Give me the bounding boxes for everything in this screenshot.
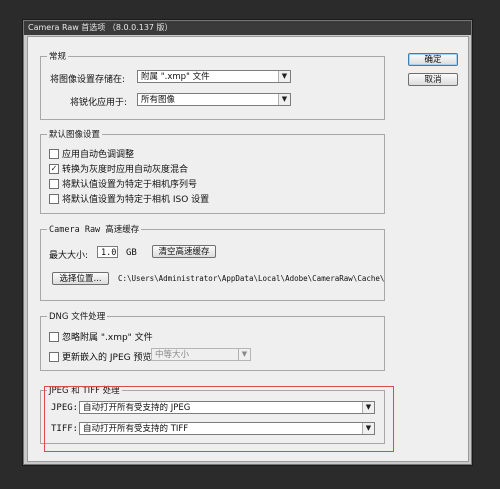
ignore-xmp-checkbox[interactable] — [49, 331, 59, 342]
save-settings-label: 将图像设置存储在: — [50, 75, 126, 85]
save-settings-value: 附属 ".xmp" 文件 — [141, 72, 210, 82]
default-image-group: 默认图像设置 应用自动色调调整 ✓ 转换为灰度时应用自动灰度混合 将默认值设置为特… — [40, 128, 385, 214]
cache-title: Camera Raw 高速缓存 — [47, 223, 142, 235]
dng-title: DNG 文件处理 — [47, 310, 108, 322]
chevron-down-icon: ▼ — [278, 94, 290, 105]
sharpen-select[interactable]: 所有图像 ▼ — [137, 93, 291, 106]
dialog-content: 常规 将图像设置存储在: 附属 ".xmp" 文件 ▼ 将锐化应用于: 所有图像… — [27, 36, 469, 462]
cache-path: C:\Users\Administrator\AppData\Local\Ado… — [118, 274, 385, 283]
preview-size-select[interactable]: 中等大小 ▼ — [151, 348, 251, 361]
update-preview-checkbox-row[interactable]: 更新嵌入的 JPEG 预览: — [49, 350, 155, 363]
ok-button[interactable]: 确定 — [408, 53, 458, 66]
auto-tone-checkbox-row[interactable]: 应用自动色调调整 — [49, 147, 134, 160]
grayscale-mix-label: 转换为灰度时应用自动灰度混合 — [62, 165, 189, 175]
select-location-button[interactable]: 选择位置... — [52, 272, 109, 285]
general-title: 常规 — [47, 50, 69, 62]
iso-default-label: 将默认值设置为特定于相机 ISO 设置 — [62, 195, 210, 205]
sharpen-value: 所有图像 — [141, 95, 176, 105]
grayscale-mix-checkbox-row[interactable]: ✓ 转换为灰度时应用自动灰度混合 — [49, 162, 188, 175]
dialog-title: Camera Raw 首选项 （8.0.0.137 版） — [24, 21, 471, 35]
default-image-title: 默认图像设置 — [47, 128, 103, 140]
max-size-input[interactable]: 1.0 — [97, 246, 118, 258]
auto-tone-checkbox[interactable] — [49, 148, 59, 159]
auto-tone-label: 应用自动色调调整 — [62, 150, 135, 160]
purge-cache-button[interactable]: 清空高速缓存 — [152, 245, 216, 258]
chevron-down-icon: ▼ — [278, 71, 290, 82]
serial-default-checkbox[interactable] — [49, 178, 59, 189]
cancel-button[interactable]: 取消 — [408, 73, 458, 86]
chevron-down-icon: ▼ — [238, 349, 250, 360]
ignore-xmp-label: 忽略附属 ".xmp" 文件 — [62, 333, 153, 343]
update-preview-label: 更新嵌入的 JPEG 预览: — [62, 353, 155, 363]
serial-default-checkbox-row[interactable]: 将默认值设置为特定于相机序列号 — [49, 177, 197, 190]
serial-default-label: 将默认值设置为特定于相机序列号 — [62, 180, 198, 190]
save-settings-select[interactable]: 附属 ".xmp" 文件 ▼ — [137, 70, 291, 83]
size-unit: GB — [126, 248, 137, 258]
update-preview-checkbox[interactable] — [49, 351, 59, 362]
sharpen-label: 将锐化应用于: — [70, 98, 128, 108]
dng-group: DNG 文件处理 忽略附属 ".xmp" 文件 更新嵌入的 JPEG 预览: 中… — [40, 310, 385, 371]
iso-default-checkbox-row[interactable]: 将默认值设置为特定于相机 ISO 设置 — [49, 192, 209, 205]
iso-default-checkbox[interactable] — [49, 193, 59, 204]
max-size-label: 最大大小: — [49, 251, 89, 261]
ignore-xmp-checkbox-row[interactable]: 忽略附属 ".xmp" 文件 — [49, 330, 153, 343]
cache-group: Camera Raw 高速缓存 最大大小: 1.0 GB 清空高速缓存 选择位置… — [40, 223, 385, 301]
grayscale-mix-checkbox[interactable]: ✓ — [49, 163, 59, 174]
highlight-frame — [44, 386, 394, 452]
preferences-dialog: Camera Raw 首选项 （8.0.0.137 版） 常规 将图像设置存储在… — [23, 20, 472, 465]
general-group: 常规 将图像设置存储在: 附属 ".xmp" 文件 ▼ 将锐化应用于: 所有图像… — [40, 50, 385, 120]
preview-size-value: 中等大小 — [155, 350, 190, 360]
